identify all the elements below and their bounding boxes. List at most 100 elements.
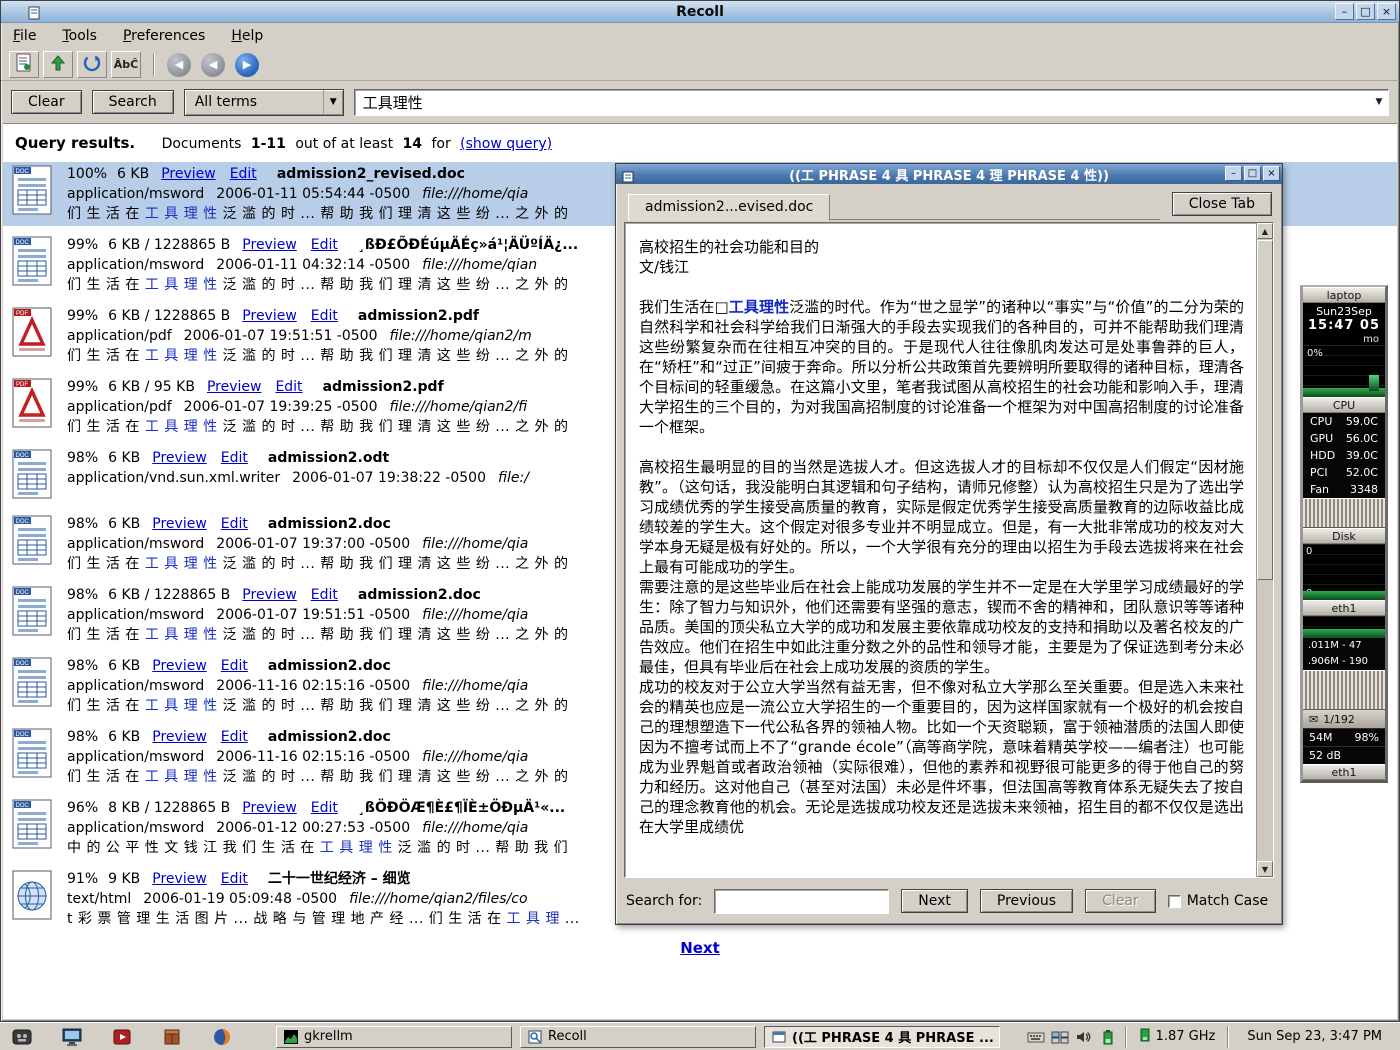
- menu-file[interactable]: File: [11, 26, 38, 46]
- maximize-button[interactable]: □: [1356, 3, 1375, 20]
- launcher-package-icon[interactable]: [160, 1026, 184, 1048]
- launcher-media-icon[interactable]: [110, 1026, 134, 1048]
- menu-tools[interactable]: Tools: [60, 26, 99, 46]
- volume-icon[interactable]: [1075, 1028, 1093, 1046]
- edit-link[interactable]: Edit: [230, 166, 257, 182]
- search-button[interactable]: Search: [92, 90, 174, 114]
- preview-paragraph: 我们生活在□工具理性泛滥的时代。作为“世之显学”的诸种以“事实”与“价值”的二分…: [639, 297, 1244, 437]
- edit-link[interactable]: Edit: [221, 871, 248, 887]
- preview-link[interactable]: Preview: [152, 516, 207, 532]
- gkrellm-cpu-label[interactable]: CPU: [1303, 397, 1385, 413]
- text-segment: 高校招生的社会功能和目的: [639, 238, 819, 256]
- paragraph-spacer: [639, 277, 1244, 297]
- result-mime: application/vnd.sun.xml.writer: [67, 470, 280, 486]
- search-mode-select[interactable]: All terms ▼: [184, 89, 344, 116]
- recoll-titlebar[interactable]: Recoll – □ ×: [1, 1, 1399, 23]
- doc-file-icon: DOC: [11, 585, 67, 645]
- gkrellm-window[interactable]: laptop Sun23Sep 15:47 05 mo 0% CPU CPU59…: [1300, 285, 1388, 783]
- preview-link[interactable]: Preview: [152, 658, 207, 674]
- preview-previous-button[interactable]: Previous: [980, 889, 1073, 913]
- preview-search-input[interactable]: [714, 889, 889, 914]
- task-button-gkrellm[interactable]: gkrellm: [276, 1026, 512, 1048]
- task-button-phrase4phrase[interactable]: ((工 PHRASE 4 具 PHRASE ...: [764, 1026, 1000, 1048]
- scroll-up-icon[interactable]: ▲: [1257, 223, 1273, 239]
- preview-next-button[interactable]: Next: [901, 889, 968, 913]
- edit-link[interactable]: Edit: [275, 379, 302, 395]
- search-query-input[interactable]: 工具理性 ▼: [354, 89, 1389, 116]
- result-size: 8 KB / 1228865 B: [108, 800, 230, 816]
- clear-button[interactable]: Clear: [11, 90, 82, 114]
- result-snippet: 中 的 公 平 性 文 钱 江 我 们 生 活 在 工 具 理 性 泛 滥 的 …: [67, 838, 568, 858]
- edit-link[interactable]: Edit: [221, 516, 248, 532]
- preview-link[interactable]: Preview: [152, 729, 207, 745]
- update-index-button[interactable]: [77, 51, 107, 78]
- sensor-cpu: CPU59.0C: [1303, 413, 1385, 430]
- preview-link[interactable]: Preview: [242, 308, 297, 324]
- preview-minimize-button[interactable]: –: [1225, 166, 1242, 181]
- system-tray: 1.87 GHz Sun Sep 23, 3:47 PM: [1027, 1026, 1394, 1048]
- preview-link[interactable]: Preview: [207, 379, 262, 395]
- preview-titlebar[interactable]: ((工 PHRASE 4 具 PHRASE 4 理 PHRASE 4 性)) –…: [616, 164, 1282, 184]
- preview-tab[interactable]: admission2...evised.doc: [628, 194, 830, 221]
- match-case-option[interactable]: Match Case: [1168, 893, 1268, 909]
- menu-help[interactable]: Help: [229, 26, 265, 46]
- term-explorer-button[interactable]: ÂbĈ: [111, 51, 141, 78]
- menu-preferences[interactable]: Preferences: [121, 26, 207, 46]
- text-segment: 泛 滥 的 时 ... 帮 助 我 们 理 清 这 些 纷 ... 之 外 的: [218, 277, 569, 293]
- task-button-recoll[interactable]: Recoll: [520, 1026, 756, 1048]
- paragraph-spacer: [639, 437, 1244, 457]
- preview-scrollbar[interactable]: ▲ ▼: [1256, 223, 1273, 877]
- sort-button[interactable]: [43, 51, 73, 78]
- edit-link[interactable]: Edit: [311, 237, 338, 253]
- next-results-link[interactable]: Next: [680, 939, 720, 957]
- match-case-checkbox[interactable]: [1168, 895, 1181, 908]
- first-page-button[interactable]: ◀: [167, 53, 191, 77]
- gkrellm-eth1-label[interactable]: eth1: [1303, 600, 1385, 616]
- result-mime: text/html: [67, 891, 131, 907]
- result-title: ¸ßÐ£ÕÐÉúµÄÉç»á¹¦ÄÜºÍÄ¿...: [358, 237, 578, 253]
- doc-file-icon: DOC: [11, 656, 67, 716]
- gkrellm-hostname[interactable]: laptop: [1303, 287, 1385, 303]
- edit-link[interactable]: Edit: [221, 658, 248, 674]
- preview-close-button[interactable]: ×: [1263, 166, 1280, 181]
- edit-link[interactable]: Edit: [221, 450, 248, 466]
- show-query-link[interactable]: (show query): [460, 136, 552, 152]
- scroll-down-icon[interactable]: ▼: [1257, 861, 1273, 877]
- preview-link[interactable]: Preview: [242, 587, 297, 603]
- preview-clear-button[interactable]: Clear: [1085, 889, 1156, 913]
- close-tab-button[interactable]: Close Tab: [1172, 192, 1272, 216]
- edit-link[interactable]: Edit: [311, 800, 338, 816]
- result-url: file:///home/qia: [422, 820, 528, 836]
- keyboard-icon[interactable]: [1027, 1028, 1045, 1046]
- preview-link[interactable]: Preview: [242, 237, 297, 253]
- result-snippet: 们 生 活 在 工 具 理 性 泛 滥 的 时 ... 帮 助 我 们 理 清 …: [67, 696, 568, 716]
- power-icon[interactable]: [1099, 1028, 1117, 1046]
- svg-text:DOC: DOC: [16, 590, 30, 596]
- launcher-1-icon[interactable]: [10, 1026, 34, 1048]
- preview-link[interactable]: Preview: [152, 450, 207, 466]
- prev-page-button[interactable]: ◀: [201, 53, 225, 77]
- edit-link[interactable]: Edit: [311, 587, 338, 603]
- preview-link[interactable]: Preview: [152, 871, 207, 887]
- preview-link[interactable]: Preview: [242, 800, 297, 816]
- pager-icon[interactable]: [1051, 1028, 1069, 1046]
- next-page-button[interactable]: ▶: [235, 53, 259, 77]
- launcher-display-icon[interactable]: [60, 1026, 84, 1048]
- close-button[interactable]: ×: [1377, 3, 1396, 20]
- edit-link[interactable]: Edit: [221, 729, 248, 745]
- preview-link[interactable]: Preview: [161, 166, 216, 182]
- query-history-chevron-icon[interactable]: ▼: [1370, 97, 1388, 107]
- minimize-button[interactable]: –: [1335, 3, 1354, 20]
- gkrellm-disk-label[interactable]: Disk: [1303, 528, 1385, 544]
- document-history-button[interactable]: [9, 51, 39, 78]
- results-summary-for: for: [431, 136, 450, 152]
- gkrellm-mail-row[interactable]: ✉ 1/192: [1303, 710, 1385, 728]
- gkrellm-bottom-label[interactable]: eth1: [1303, 764, 1385, 780]
- edit-link[interactable]: Edit: [311, 308, 338, 324]
- task-button-label: gkrellm: [304, 1029, 353, 1044]
- launcher-firefox-icon[interactable]: [210, 1026, 234, 1048]
- result-title: admission2.doc: [268, 516, 391, 532]
- taskbar-clock[interactable]: Sun Sep 23, 3:47 PM: [1237, 1029, 1394, 1044]
- scrollbar-thumb[interactable]: [1257, 240, 1273, 580]
- preview-maximize-button[interactable]: □: [1244, 166, 1261, 181]
